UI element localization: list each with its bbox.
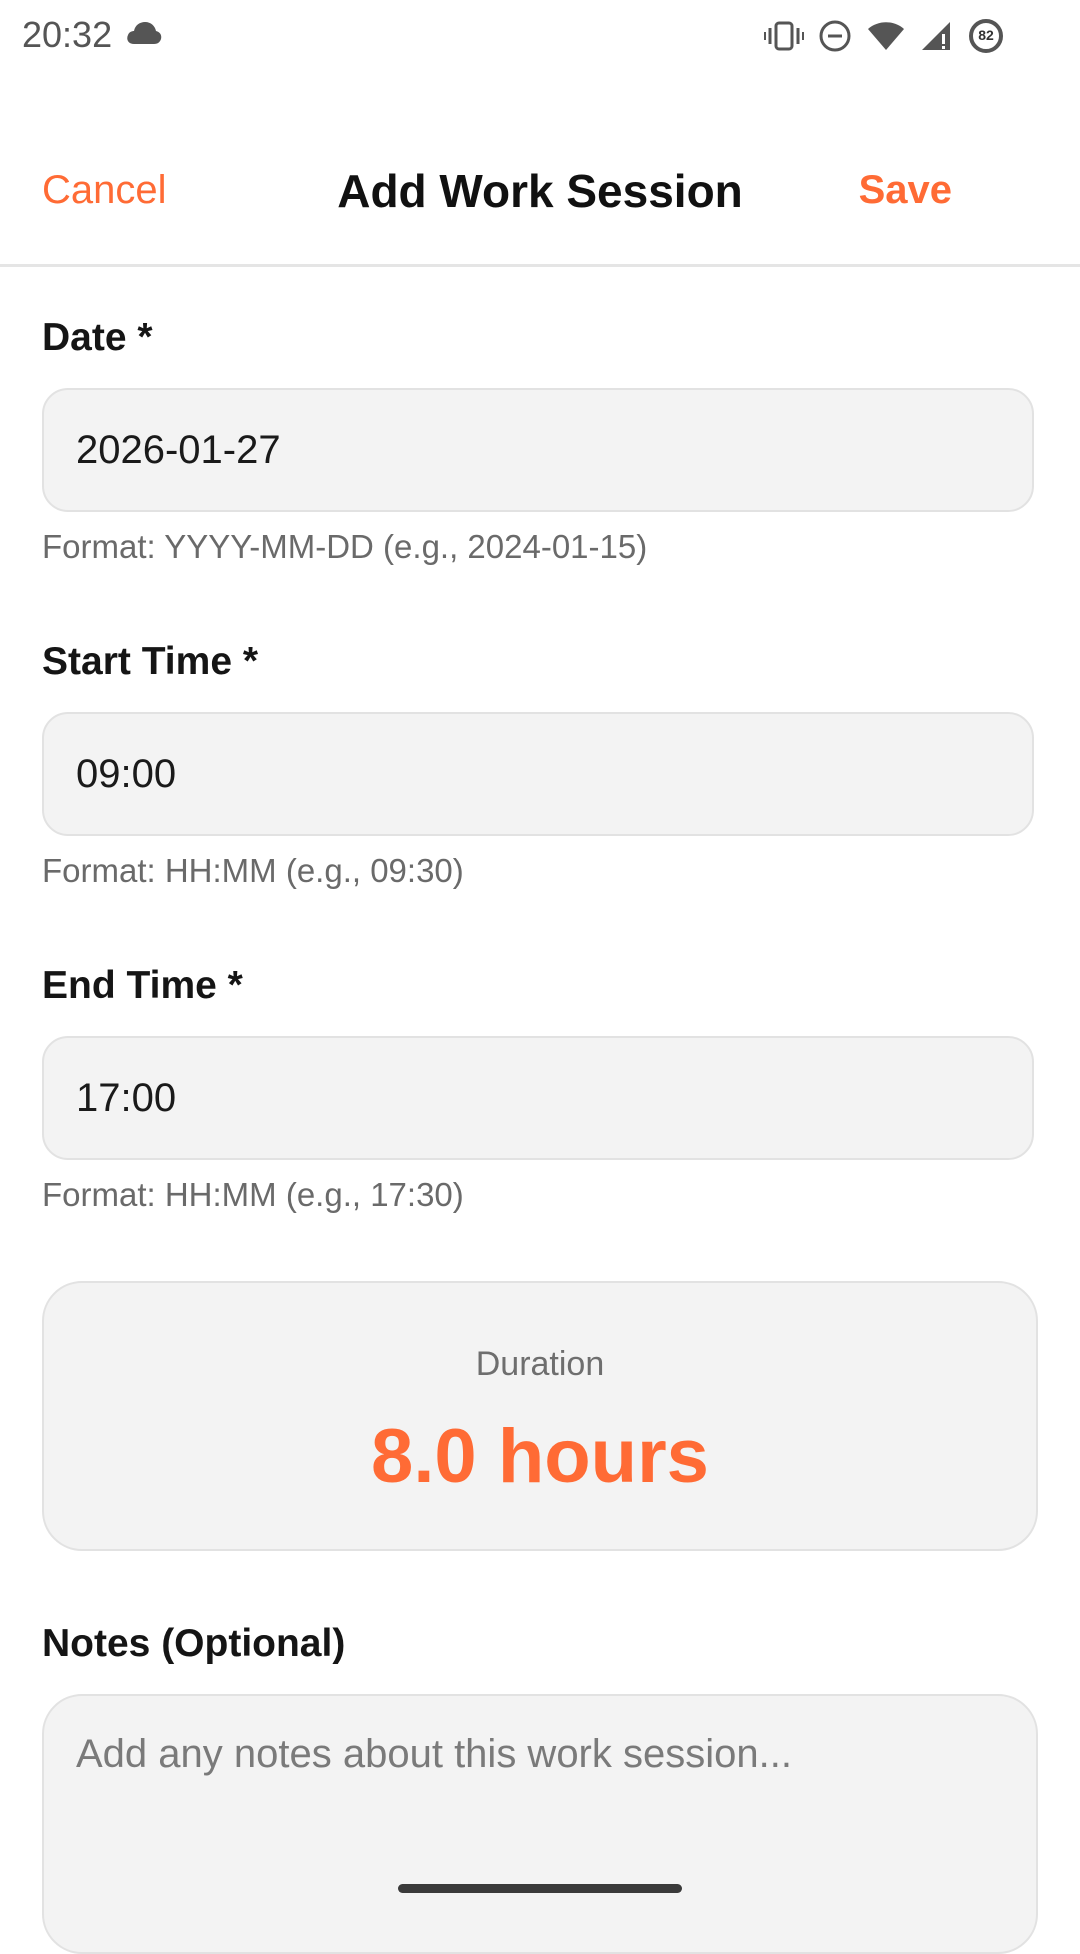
date-field[interactable]: 2026-01-27 xyxy=(42,388,1034,512)
signal-icon xyxy=(920,20,954,52)
start-time-hint: Format: HH:MM (e.g., 09:30) xyxy=(42,852,464,889)
start-time-label: Start Time * xyxy=(42,640,259,683)
notes-placeholder: Add any notes about this work session... xyxy=(76,1732,792,1776)
notes-label: Notes (Optional) xyxy=(42,1622,346,1665)
modal-header: Cancel Add Work Session Save xyxy=(0,120,1080,267)
status-icons: 82 xyxy=(764,18,1004,54)
duration-card: Duration 8.0 hours xyxy=(42,1281,1038,1551)
status-time: 20:32 xyxy=(22,14,113,55)
end-time-label: End Time * xyxy=(42,964,243,1007)
end-time-value: 17:00 xyxy=(76,1075,177,1120)
home-indicator[interactable] xyxy=(398,1884,682,1893)
battery-icon: 82 xyxy=(968,18,1004,54)
notes-input[interactable]: Add any notes about this work session... xyxy=(42,1694,1038,1954)
end-time-hint: Format: HH:MM (e.g., 17:30) xyxy=(42,1176,464,1213)
date-hint: Format: YYYY-MM-DD (e.g., 2024-01-15) xyxy=(42,528,648,565)
cloud-icon xyxy=(126,20,162,51)
end-time-field[interactable]: 17:00 xyxy=(42,1036,1034,1160)
status-bar: 20:32 82 xyxy=(0,0,1080,72)
duration-label: Duration xyxy=(475,1345,605,1383)
date-value: 2026-01-27 xyxy=(76,427,281,472)
start-time-value: 09:00 xyxy=(76,751,177,796)
start-time-field[interactable]: 09:00 xyxy=(42,712,1034,836)
date-label: Date * xyxy=(42,316,153,359)
duration-value: 8.0 hours xyxy=(371,1414,709,1499)
do-not-disturb-icon xyxy=(818,19,852,53)
save-button[interactable]: Save xyxy=(859,168,952,213)
vibrate-icon xyxy=(764,20,804,52)
wifi-icon xyxy=(866,20,906,52)
battery-level: 82 xyxy=(978,27,994,43)
